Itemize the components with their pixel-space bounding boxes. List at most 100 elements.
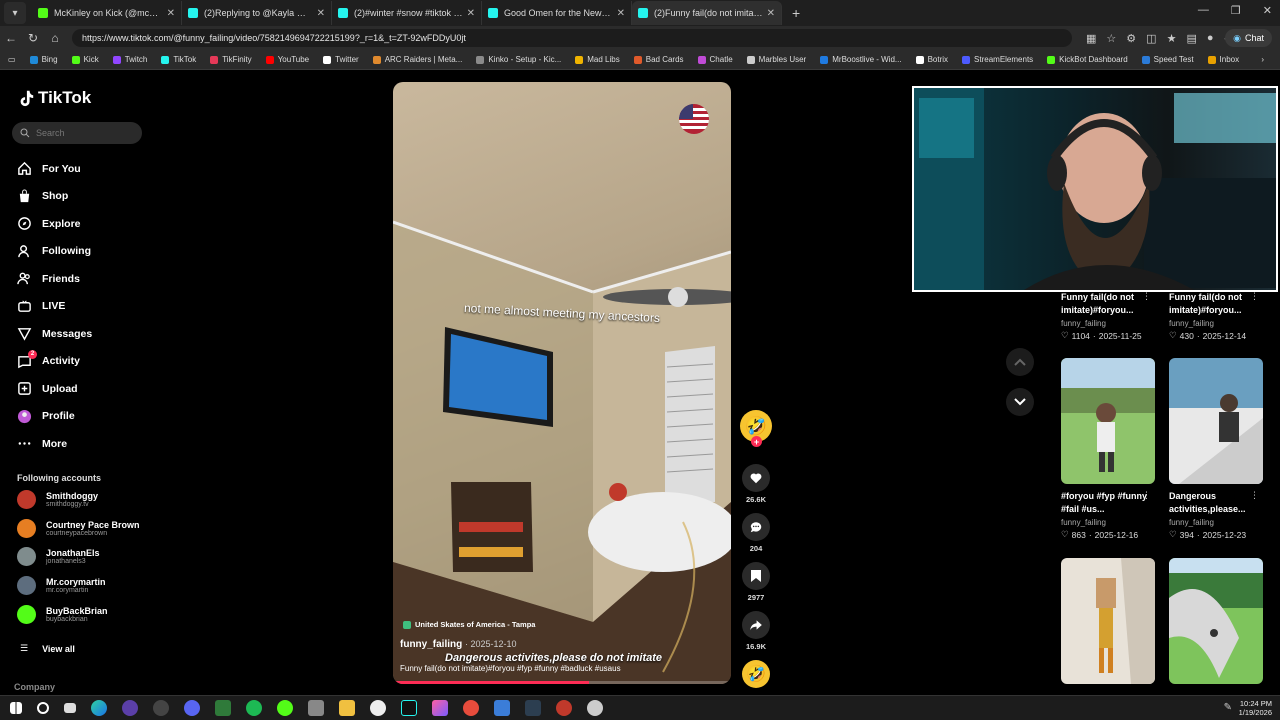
bookmark-item[interactable]: TikTok [161,55,196,64]
more-options-icon[interactable]: ⋮ [1250,291,1259,302]
nav-item-messages[interactable]: Messages [16,320,92,348]
bookmark-item[interactable]: YouTube [265,55,309,64]
paint-icon[interactable] [432,700,448,716]
bookmark-item[interactable]: Kick [71,55,99,64]
favorites-icon[interactable]: ★ [1167,32,1177,45]
package-icon[interactable] [308,700,324,716]
terminal-icon[interactable] [525,700,541,716]
close-window-icon[interactable]: ✕ [1263,4,1272,17]
bookmark-item[interactable]: Twitter [323,55,359,64]
related-video-card[interactable] [1169,558,1263,684]
bookmark-item[interactable]: MrBoostlive - Wid... [820,55,902,64]
bookmark-item[interactable]: ARC Raiders | Meta... [372,55,462,64]
home-icon[interactable]: ⌂ [44,31,66,45]
nav-item-following[interactable]: Following [16,238,92,266]
nav-item-friends[interactable]: Friends [16,265,92,293]
bookmark-item[interactable]: TikFinity [210,55,252,64]
nav-item-upload[interactable]: Upload [16,375,92,403]
recorder-icon[interactable] [463,700,479,716]
video-thumbnail[interactable] [1169,558,1263,684]
game-icon[interactable] [215,700,231,716]
view-all-button[interactable]: ☰ View all [20,643,75,654]
video-thumbnail[interactable] [1061,558,1155,684]
bookmark-item[interactable]: StreamElements [962,55,1033,64]
bookmark-item[interactable]: Inbox [1207,55,1239,64]
share-button[interactable] [742,611,770,639]
comment-button[interactable] [742,513,770,541]
nav-item-for-you[interactable]: For You [16,155,92,183]
spotify-icon[interactable] [246,700,262,716]
following-account[interactable]: JonathanEls jonathanels3 [17,547,100,567]
bookmark-item[interactable]: Kinko - Setup - Kic... [476,55,561,64]
video-author[interactable]: funny_failing · 2025-12-10 [400,639,517,650]
tab-close-icon[interactable]: ✕ [767,8,775,19]
following-account[interactable]: Mr.corymartin mr.corymartin [17,576,106,596]
windows-start-icon[interactable] [10,702,22,714]
search-input[interactable] [36,128,136,138]
bookmark-item[interactable]: Chatle [697,55,733,64]
more-options-icon[interactable]: ⋮ [1250,490,1259,501]
bookmark-item[interactable]: Speed Test [1141,55,1194,64]
record-icon[interactable] [556,700,572,716]
favorite-star-icon[interactable]: ☆ [1106,32,1116,45]
minimize-icon[interactable]: — [1198,4,1209,17]
tab-close-icon[interactable]: ✕ [467,8,475,19]
edge-icon[interactable] [91,700,107,716]
nav-item-more[interactable]: More [16,430,92,458]
tab-close-icon[interactable]: ✕ [317,8,325,19]
bookmarks-overflow-icon[interactable]: › [1261,55,1264,64]
file-explorer-icon[interactable] [339,700,355,716]
bluetooth-icon[interactable] [494,700,510,716]
browser-tab[interactable]: Good Omen for the New Year 2026 ✕ [482,1,632,25]
more-options-icon[interactable]: ⋮ [1142,291,1151,302]
nav-item-activity[interactable]: 2 Activity [16,348,92,376]
video-progress-bar[interactable] [393,681,731,684]
maximize-icon[interactable]: ❐ [1231,4,1241,17]
music-disc-button[interactable]: 🤣 [742,660,770,688]
like-button[interactable] [742,464,770,492]
company-link[interactable]: Company [14,682,55,692]
related-video-card[interactable]: Dangerous activities,please... ⋮ funny_f… [1169,358,1263,540]
previous-video-button[interactable] [1006,348,1034,376]
bookmark-item[interactable]: KickBot Dashboard [1047,55,1128,64]
app-icon[interactable] [153,700,169,716]
nav-item-shop[interactable]: Shop [16,183,92,211]
related-video-card[interactable]: Funny fail(do not imitate)#foryou... ⋮ f… [1169,291,1263,341]
save-button[interactable] [742,562,770,590]
extensions-icon[interactable]: ⚙ [1126,32,1136,45]
nav-item-live[interactable]: LIVE [16,293,92,321]
read-aloud-icon[interactable]: ▦ [1086,32,1096,45]
following-account[interactable]: Smithdoggy smithdoggy.tv [17,490,98,509]
tiktok-logo[interactable]: TikTok [17,88,91,108]
video-thumbnail[interactable] [1061,358,1155,484]
cloud-icon[interactable] [370,700,386,716]
bookmark-item[interactable]: Twitch [112,55,147,64]
bookmark-item[interactable]: Bing [29,55,58,64]
discord-icon[interactable] [184,700,200,716]
following-account[interactable]: Courtney Pace Brown courtneypacebrown [17,518,140,538]
copilot-chat-button[interactable]: ◉ Chat [1225,29,1272,47]
collections-icon[interactable]: ▤ [1186,32,1196,45]
task-view-icon[interactable] [64,703,76,713]
url-field[interactable]: https://www.tiktok.com/@funny_failing/vi… [72,29,1072,47]
nav-item-explore[interactable]: Explore [16,210,92,238]
bookmark-item[interactable]: Bad Cards [633,55,684,64]
split-screen-icon[interactable]: ◫ [1146,32,1156,45]
system-clock[interactable]: 10:24 PM 1/19/2026 [1239,699,1272,717]
tab-close-icon[interactable]: ✕ [167,8,175,19]
browser-tab[interactable]: McKinley on Kick (@mckinley.tv) | K ✕ [32,1,182,25]
next-video-button[interactable] [1006,388,1034,416]
nav-item-profile[interactable]: Profile [16,403,92,431]
follow-plus-icon[interactable]: + [751,436,762,447]
search-icon[interactable] [37,702,49,714]
pen-icon[interactable]: ✎ [1224,702,1232,713]
related-video-card[interactable]: Funny fail(do not imitate)#foryou... ⋮ f… [1061,291,1155,341]
refresh-icon[interactable]: ↻ [22,31,44,45]
settings-gear-icon[interactable] [587,700,603,716]
bookmark-item[interactable]: Mad Libs [575,55,620,64]
tab-actions-icon[interactable]: ▾ [4,2,26,24]
reading-list-icon[interactable]: ▭ [8,55,16,64]
new-tab-icon[interactable]: + [792,5,800,21]
bookmark-item[interactable]: Marbles User [746,55,806,64]
obs-icon[interactable] [122,700,138,716]
